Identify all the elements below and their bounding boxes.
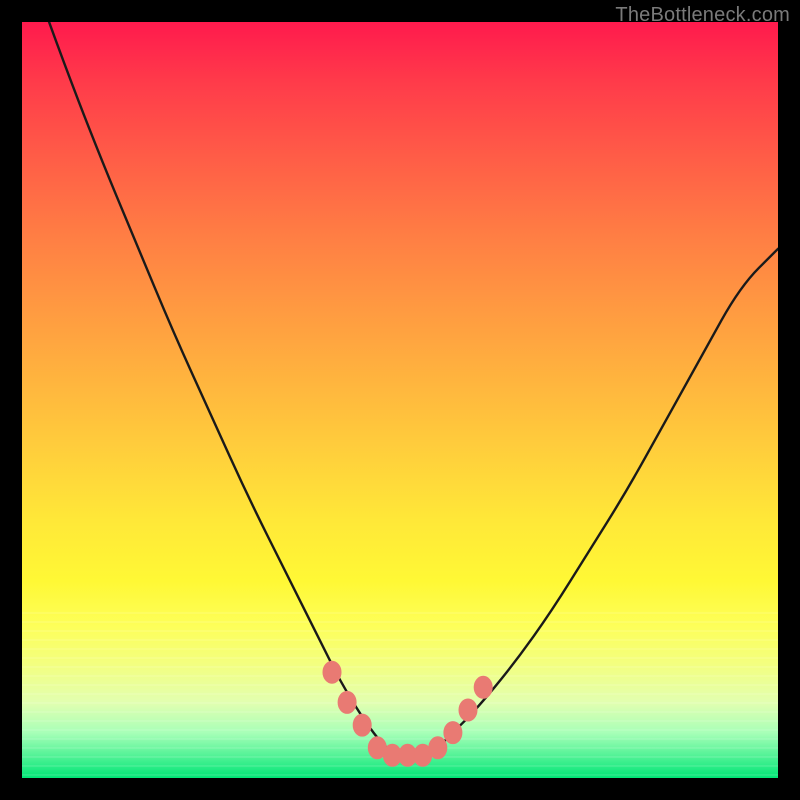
marker-left-knee-mid — [338, 691, 356, 713]
plot-area — [22, 22, 778, 778]
chart-svg — [22, 22, 778, 778]
marker-left-knee-lower — [353, 714, 371, 736]
watermark-text: TheBottleneck.com — [615, 4, 790, 27]
marker-right-knee-lower — [444, 722, 462, 744]
marker-left-knee-upper — [323, 661, 341, 683]
bottleneck-curve-path — [22, 22, 778, 755]
marker-right-knee-mid — [459, 699, 477, 721]
marker-right-knee-upper — [474, 676, 492, 698]
markers-group — [323, 661, 492, 766]
marker-valley-5 — [429, 737, 447, 759]
outer-frame: TheBottleneck.com — [0, 0, 800, 800]
